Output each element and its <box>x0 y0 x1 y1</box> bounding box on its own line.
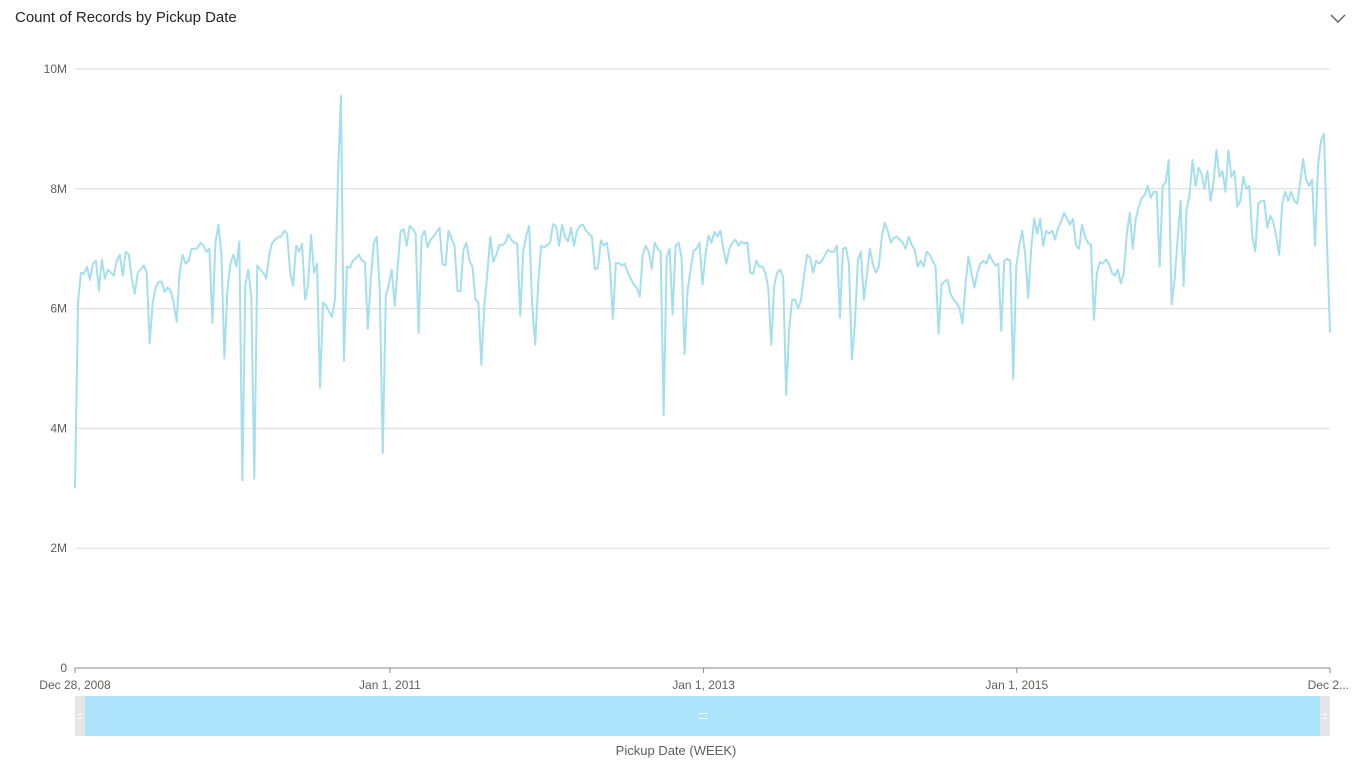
zoom-slider-track[interactable] <box>75 696 1330 736</box>
gridlines <box>75 68 1330 549</box>
x-tick-label: Jan 1, 2011 <box>359 678 421 692</box>
y-tick-label: 2M <box>50 541 67 555</box>
y-axis-ticks: 0 2M 4M 6M 8M 10M <box>44 62 68 675</box>
zoom-slider-thumb[interactable] <box>85 696 1320 736</box>
x-axis: Dec 28, 2008 Jan 1, 2011 Jan 1, 2013 Jan 1,… <box>39 667 1349 692</box>
x-axis-title: Pickup Date (WEEK) <box>615 743 737 758</box>
y-tick-label: 8M <box>50 182 67 196</box>
series-line[interactable] <box>74 94 1331 489</box>
y-tick-label: 0 <box>60 661 67 675</box>
y-tick-label: 10M <box>44 62 67 76</box>
y-tick-label: 4M <box>50 421 67 435</box>
zoom-slider-left-handle[interactable] <box>75 696 85 736</box>
x-tick-label: Dec 2... <box>1308 678 1349 692</box>
series-records <box>74 94 1331 489</box>
x-tick-label: Jan 1, 2015 <box>985 678 1048 692</box>
x-tick-label: Dec 28, 2008 <box>39 678 111 692</box>
y-tick-label: 6M <box>50 302 67 316</box>
grip-icon <box>698 713 707 719</box>
line-chart: 0 2M 4M 6M 8M 10M Dec 28, 2008 Jan 1, 2011 Jan … <box>39 62 1349 692</box>
x-tick-label: Jan 1, 2013 <box>672 678 735 692</box>
zoom-slider-right-handle[interactable] <box>1320 696 1330 736</box>
